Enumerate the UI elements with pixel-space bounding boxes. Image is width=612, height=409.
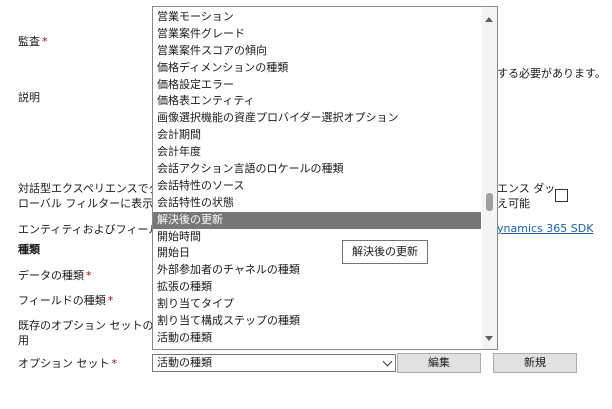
- dropdown-item[interactable]: 価格設定エラー: [153, 77, 481, 94]
- dropdown-item[interactable]: 会話特性のソース: [153, 178, 481, 195]
- dropdown-item[interactable]: 割り当て構成ステップの種類: [153, 313, 481, 330]
- audit-label: 監査 *: [18, 35, 48, 48]
- field-type-label: フィールドの種類 *: [18, 294, 114, 307]
- optionset-label: オプション セット *: [18, 357, 117, 370]
- optionset-dropdown-list[interactable]: 営業モーション 営業案件グレード 営業案件スコアの傾向 価格ディメンションの種類 価格設…: [152, 6, 498, 350]
- existing-optionset-label: 既存のオプション セットの使 用: [18, 319, 165, 347]
- dropdown-item[interactable]: 拡張の種類: [153, 279, 481, 296]
- new-button[interactable]: 新規: [493, 353, 577, 373]
- dropdown-item[interactable]: 価格表エンティティ: [153, 93, 481, 110]
- scroll-up-icon[interactable]: [485, 17, 493, 22]
- sdk-link[interactable]: ynamics 365 SDK: [497, 222, 593, 235]
- scroll-thumb[interactable]: [486, 193, 493, 211]
- optionset-select-value: 活動の種類: [157, 356, 212, 369]
- dropdown-items: 営業モーション 営業案件グレード 営業案件スコアの傾向 価格ディメンションの種類 価格設…: [153, 9, 481, 347]
- interactive-filter-label: 対話型エクスペリエンスでグ ローバル フィルターに表示: [18, 182, 160, 210]
- dropdown-item[interactable]: 営業案件スコアの傾向: [153, 43, 481, 60]
- dropdown-item[interactable]: 活動の種類: [153, 330, 481, 347]
- chevron-down-icon: [382, 356, 393, 367]
- dropdown-item[interactable]: 会計年度: [153, 144, 481, 161]
- global-filter-checkbox[interactable]: [555, 189, 568, 202]
- dropdown-item[interactable]: 会話特性の状態: [153, 195, 481, 212]
- dropdown-scrollbar[interactable]: [482, 7, 497, 349]
- optionset-select[interactable]: 活動の種類: [152, 354, 396, 372]
- audit-note-text: する必要があります。: [497, 67, 606, 80]
- description-label: 説明: [18, 91, 40, 104]
- dropdown-item[interactable]: 画像選択機能の資産プロバイダー選択オプション: [153, 110, 481, 127]
- dropdown-item-selected[interactable]: 解決後の更新: [153, 211, 481, 229]
- type-section-heading: 種類: [18, 243, 40, 256]
- dropdown-item[interactable]: 会話アクション言語のロケールの種類: [153, 161, 481, 178]
- scroll-down-icon[interactable]: [485, 336, 493, 341]
- dropdown-item[interactable]: 開始時間: [153, 229, 481, 246]
- edit-button[interactable]: 編集: [397, 353, 481, 373]
- data-type-label: データの種類 *: [18, 269, 92, 282]
- dropdown-item[interactable]: 割り当てタイプ: [153, 296, 481, 313]
- tooltip: 解決後の更新: [342, 240, 428, 264]
- dropdown-item[interactable]: 会計期間: [153, 127, 481, 144]
- dropdown-item[interactable]: 営業案件グレード: [153, 26, 481, 43]
- dropdown-item[interactable]: 外部参加者のチャネルの種類: [153, 262, 481, 279]
- dropdown-item[interactable]: 開始日: [153, 245, 481, 262]
- experience-partial-text: エンス ダッ え可能: [497, 182, 556, 210]
- dropdown-item[interactable]: 価格ディメンションの種類: [153, 60, 481, 77]
- dropdown-item[interactable]: 営業モーション: [153, 9, 481, 26]
